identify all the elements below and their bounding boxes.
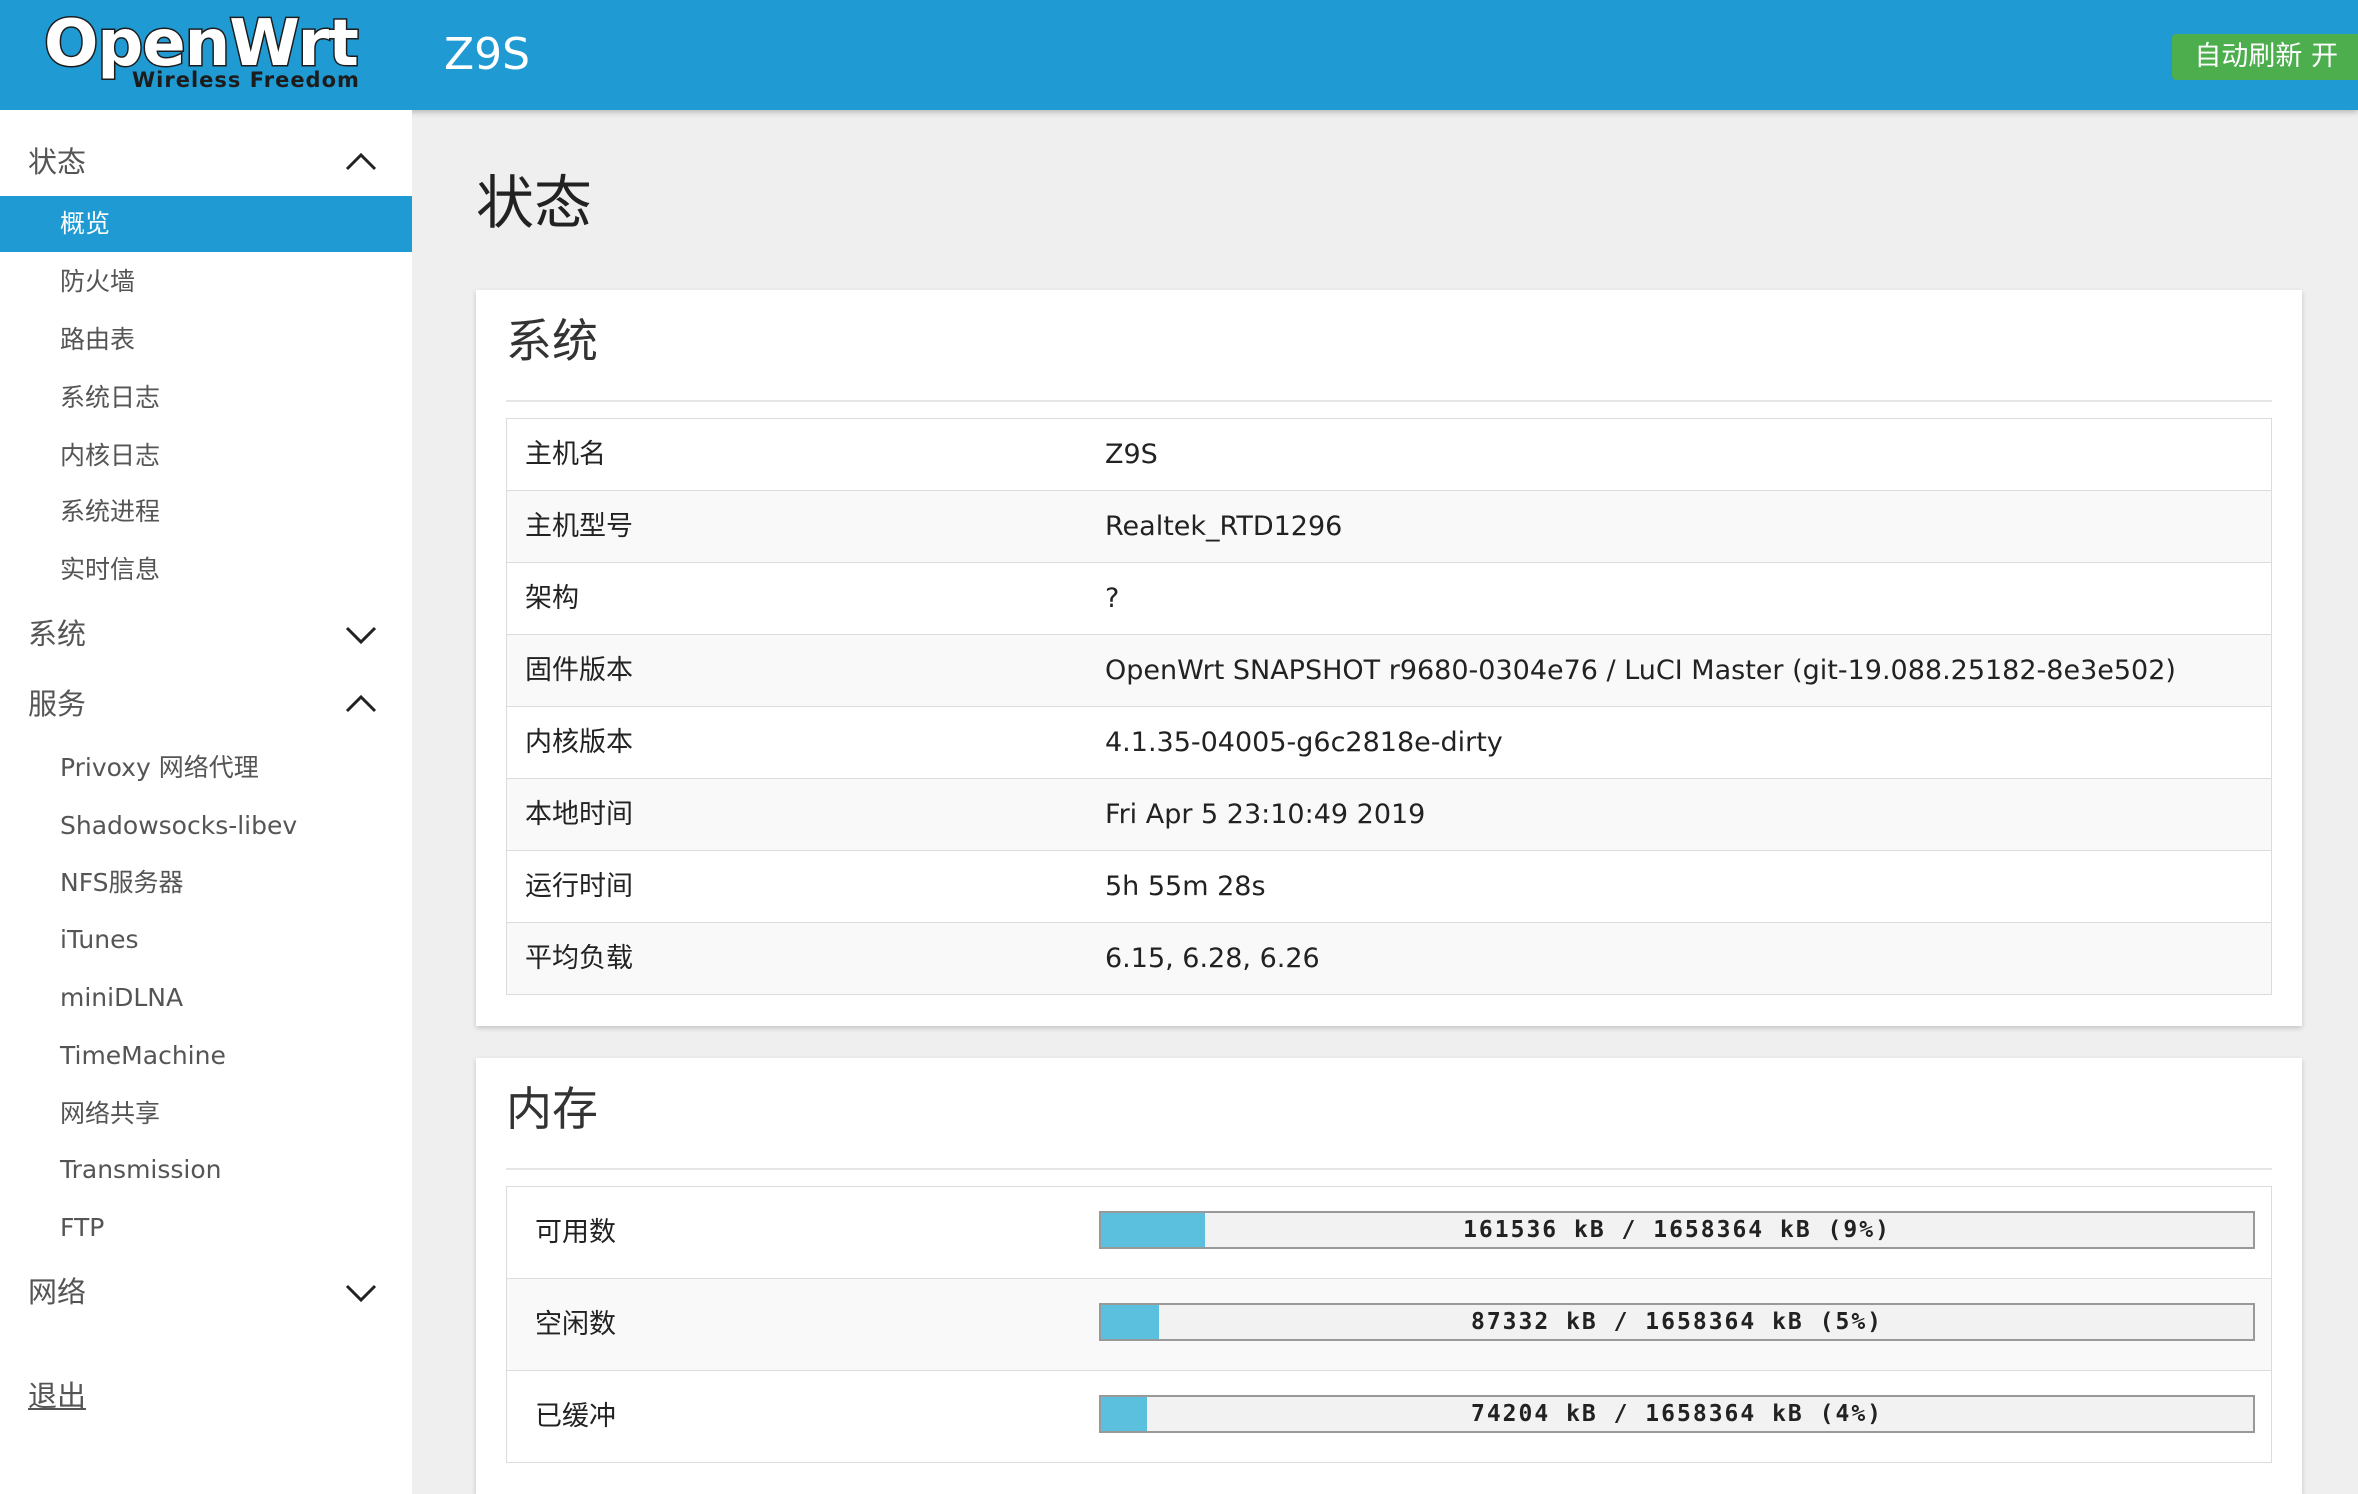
row-value: Realtek_RTD1296 xyxy=(1105,511,1343,542)
sidebar-category-label: 系统 xyxy=(28,617,87,651)
row-value: OpenWrt SNAPSHOT r9680-0304e76 / LuCI Ma… xyxy=(1105,655,2176,686)
sidebar-category-status[interactable]: 状态 xyxy=(0,132,412,192)
card-divider xyxy=(506,400,2272,402)
sidebar-item-ftp[interactable]: FTP xyxy=(0,1200,412,1256)
sidebar-item-routes[interactable]: 路由表 xyxy=(0,312,412,368)
row-key: 主机型号 xyxy=(525,511,633,542)
memory-table: 可用数 161536 kB / 1658364 kB (9%) 空闲数 8733… xyxy=(506,1186,2272,1463)
memory-progress-bar: 74204 kB / 1658364 kB (4%) xyxy=(1099,1395,2255,1433)
sidebar-item-label: TimeMachine xyxy=(60,1041,226,1070)
table-row: 运行时间 5h 55m 28s xyxy=(507,850,2271,922)
sidebar-item-label: Transmission xyxy=(60,1155,222,1184)
sidebar-category-label: 服务 xyxy=(28,687,87,721)
page-title: 状态 xyxy=(476,169,593,237)
sidebar-item-minidlna[interactable]: miniDLNA xyxy=(0,970,412,1026)
sidebar-item-label: NFS服务器 xyxy=(60,868,184,897)
sidebar-category-label: 网络 xyxy=(28,1275,87,1309)
auto-refresh-toggle[interactable]: 自动刷新 开 xyxy=(2172,34,2358,80)
chevron-up-icon xyxy=(345,694,377,713)
row-value: Z9S xyxy=(1105,439,1158,470)
row-value: Fri Apr 5 23:10:49 2019 xyxy=(1105,799,1426,830)
row-key: 主机名 xyxy=(525,439,606,470)
sidebar-category-label: 状态 xyxy=(28,145,87,179)
row-key: 可用数 xyxy=(535,1217,616,1248)
progress-text: 74204 kB / 1658364 kB (4%) xyxy=(1470,1401,1884,1427)
memory-card-title: 内存 xyxy=(506,1082,598,1136)
sidebar-item-label: 系统进程 xyxy=(60,497,161,526)
table-row: 空闲数 87332 kB / 1658364 kB (5%) xyxy=(507,1278,2271,1370)
row-value: 4.1.35-04005-g6c2818e-dirty xyxy=(1105,727,1503,758)
table-row: 平均负载 6.15, 6.28, 6.26 xyxy=(507,922,2271,994)
sidebar-item-label: iTunes xyxy=(60,925,139,954)
sidebar-item-label: 实时信息 xyxy=(60,555,161,584)
table-row: 本地时间 Fri Apr 5 23:10:49 2019 xyxy=(507,778,2271,850)
chevron-up-icon xyxy=(345,152,377,171)
table-row: 架构 ? xyxy=(507,562,2271,634)
row-key: 运行时间 xyxy=(525,871,633,902)
sidebar-item-kernel-log[interactable]: 内核日志 xyxy=(0,428,412,484)
table-row: 主机型号 Realtek_RTD1296 xyxy=(507,490,2271,562)
sidebar-item-transmission[interactable]: Transmission xyxy=(0,1142,412,1198)
sidebar-category-network[interactable]: 网络 xyxy=(0,1262,412,1322)
chevron-down-icon xyxy=(345,626,377,645)
sidebar-item-nfs[interactable]: NFS服务器 xyxy=(0,855,412,911)
sidebar-item-label: FTP xyxy=(60,1213,105,1242)
table-row: 已缓冲 74204 kB / 1658364 kB (4%) xyxy=(507,1370,2271,1462)
sidebar-item-system-log[interactable]: 系统日志 xyxy=(0,370,412,426)
table-row: 固件版本 OpenWrt SNAPSHOT r9680-0304e76 / Lu… xyxy=(507,634,2271,706)
sidebar-item-label: Privoxy 网络代理 xyxy=(60,753,259,782)
sidebar-item-label: 内核日志 xyxy=(60,441,161,470)
sidebar-item-overview[interactable]: 概览 xyxy=(0,196,412,252)
row-key: 平均负载 xyxy=(525,943,633,974)
top-header: OpenWrt Wireless Freedom Z9S 自动刷新 开 xyxy=(0,0,2358,110)
table-row: 可用数 161536 kB / 1658364 kB (9%) xyxy=(507,1187,2271,1278)
row-value: 6.15, 6.28, 6.26 xyxy=(1105,943,1320,974)
chevron-down-icon xyxy=(345,1284,377,1303)
sidebar-category-services[interactable]: 服务 xyxy=(0,674,412,734)
row-key: 本地时间 xyxy=(525,799,633,830)
card-divider xyxy=(506,1168,2272,1170)
row-key: 已缓冲 xyxy=(535,1401,616,1432)
sidebar-item-label: miniDLNA xyxy=(60,983,184,1012)
table-row: 主机名 Z9S xyxy=(507,419,2271,490)
sidebar-item-label: 路由表 xyxy=(60,325,136,354)
sidebar-item-shadowsocks[interactable]: Shadowsocks-libev xyxy=(0,798,412,854)
logo-subtext: Wireless Freedom xyxy=(132,68,360,92)
row-value: 5h 55m 28s xyxy=(1105,871,1266,902)
row-key: 空闲数 xyxy=(535,1309,616,1340)
openwrt-logo[interactable]: OpenWrt Wireless Freedom xyxy=(43,7,364,96)
sidebar-category-system[interactable]: 系统 xyxy=(0,604,412,664)
sidebar-item-label: 网络共享 xyxy=(60,1099,161,1128)
system-info-table: 主机名 Z9S 主机型号 Realtek_RTD1296 架构 ? 固件版本 O… xyxy=(506,418,2272,995)
progress-text: 87332 kB / 1658364 kB (5%) xyxy=(1470,1309,1884,1335)
row-key: 固件版本 xyxy=(525,655,633,686)
sidebar-item-label: 防火墙 xyxy=(60,267,136,296)
sidebar-item-label: 系统日志 xyxy=(60,383,161,412)
sidebar-nav: 状态 概览 防火墙 路由表 系统日志 内核日志 系统进程 实时信息 系统 服务 … xyxy=(0,110,412,1494)
sidebar-item-itunes[interactable]: iTunes xyxy=(0,912,412,968)
system-card-title: 系统 xyxy=(506,314,598,368)
logo-text: OpenWrt xyxy=(43,7,361,81)
header-hostname: Z9S xyxy=(444,29,531,80)
sidebar-item-processes[interactable]: 系统进程 xyxy=(0,484,412,540)
sidebar-item-timemachine[interactable]: TimeMachine xyxy=(0,1028,412,1084)
row-key: 架构 xyxy=(525,583,579,614)
logout-link[interactable]: 退出 xyxy=(28,1374,86,1418)
table-row: 内核版本 4.1.35-04005-g6c2818e-dirty xyxy=(507,706,2271,778)
memory-progress-bar: 161536 kB / 1658364 kB (9%) xyxy=(1099,1211,2255,1249)
sidebar-item-network-share[interactable]: 网络共享 xyxy=(0,1086,412,1142)
sidebar-item-realtime[interactable]: 实时信息 xyxy=(0,542,412,598)
sidebar-item-label: Shadowsocks-libev xyxy=(60,811,298,840)
progress-text: 161536 kB / 1658364 kB (9%) xyxy=(1463,1217,1891,1243)
sidebar-item-privoxy[interactable]: Privoxy 网络代理 xyxy=(0,740,412,796)
sidebar-item-firewall[interactable]: 防火墙 xyxy=(0,254,412,310)
row-key: 内核版本 xyxy=(525,727,633,758)
memory-card: 内存 可用数 161536 kB / 1658364 kB (9%) 空闲数 8… xyxy=(476,1058,2302,1494)
row-value: ? xyxy=(1105,583,1120,614)
memory-progress-bar: 87332 kB / 1658364 kB (5%) xyxy=(1099,1303,2255,1341)
system-card: 系统 主机名 Z9S 主机型号 Realtek_RTD1296 架构 ? 固件版… xyxy=(476,290,2302,1026)
sidebar-item-label: 概览 xyxy=(60,209,111,238)
